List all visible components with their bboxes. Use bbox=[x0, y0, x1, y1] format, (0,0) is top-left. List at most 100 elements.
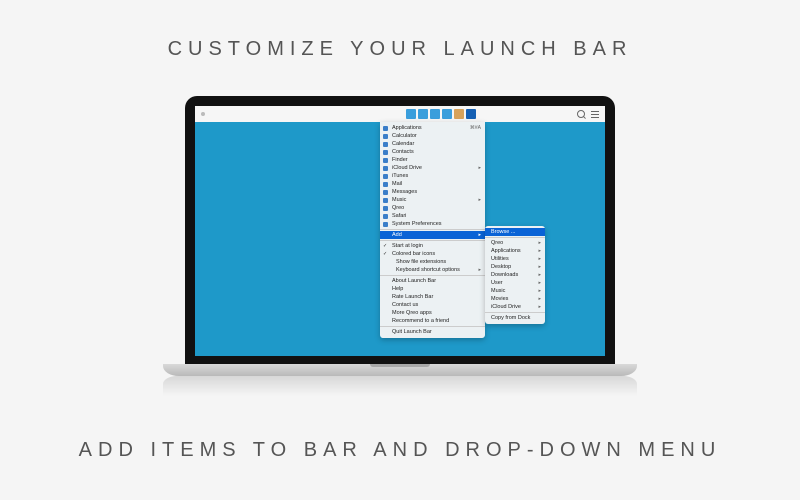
menu-item[interactable]: System Preferences bbox=[380, 220, 485, 228]
menu-label: More Qreo apps bbox=[392, 310, 432, 317]
menu-item-quit[interactable]: Quit Launch Bar bbox=[380, 328, 485, 336]
screen-bezel: Applications⌘#ACalculatorCalendarContact… bbox=[185, 96, 615, 364]
menu-label: Colored bar icons bbox=[392, 251, 435, 258]
menu-item[interactable]: Finder bbox=[380, 156, 485, 164]
submenu-item[interactable]: Copy from Dock bbox=[485, 314, 545, 322]
folder-icon[interactable] bbox=[430, 109, 440, 119]
desktop-screen: Applications⌘#ACalculatorCalendarContact… bbox=[195, 106, 605, 356]
menu-label: iTunes bbox=[392, 173, 408, 180]
app-icon[interactable] bbox=[466, 109, 476, 119]
menu-item[interactable]: Messages bbox=[380, 188, 485, 196]
submenu-item[interactable]: Applications ▸ bbox=[485, 247, 545, 255]
chevron-right-icon: ▸ bbox=[538, 280, 541, 287]
submenu-item-browse[interactable]: Browse ... bbox=[485, 228, 545, 236]
menu-item[interactable]: Rate Launch Bar bbox=[380, 293, 485, 301]
menu-label: Finder bbox=[392, 157, 408, 164]
menu-label: Keyboard shortcut options bbox=[392, 267, 460, 274]
shortcut: ⌘#A bbox=[470, 125, 481, 132]
chevron-right-icon: ▸ bbox=[538, 248, 541, 255]
menu-label: Browse ... bbox=[491, 229, 515, 235]
menu-item[interactable]: Recommend to a friend bbox=[380, 317, 485, 325]
launch-bar-dropdown: Applications⌘#ACalculatorCalendarContact… bbox=[380, 122, 485, 338]
laptop-reflection bbox=[163, 376, 637, 396]
menu-label: About Launch Bar bbox=[392, 278, 436, 285]
menu-label: Calculator bbox=[392, 133, 417, 140]
menu-item[interactable]: About Launch Bar bbox=[380, 277, 485, 285]
submenu-item[interactable]: Qreo ▸ bbox=[485, 239, 545, 247]
menubar bbox=[195, 106, 605, 122]
menu-label: Add bbox=[392, 232, 402, 239]
menu-item[interactable]: Contacts bbox=[380, 148, 485, 156]
menu-item[interactable]: iTunes bbox=[380, 172, 485, 180]
folder-icon[interactable] bbox=[442, 109, 452, 119]
laptop-mockup: Applications⌘#ACalculatorCalendarContact… bbox=[185, 96, 615, 396]
menu-label: Messages bbox=[392, 189, 417, 196]
menu-item[interactable]: ✓ Colored bar icons bbox=[380, 250, 485, 258]
menu-label: Utilities bbox=[491, 256, 509, 262]
submenu-item[interactable]: Desktop▸ bbox=[485, 263, 545, 271]
list-icon[interactable] bbox=[591, 111, 599, 118]
app-icon bbox=[383, 198, 388, 203]
submenu-item[interactable]: Utilities ▸ bbox=[485, 255, 545, 263]
laptop-base bbox=[163, 364, 637, 376]
menu-item[interactable]: Applications ⌘#A bbox=[380, 124, 485, 132]
menu-item[interactable]: More Qreo apps bbox=[380, 309, 485, 317]
chevron-right-icon: ▸ bbox=[538, 288, 541, 295]
chevron-right-icon: ▸ bbox=[538, 264, 541, 271]
dropdown-apps-section: Applications ⌘#A CalculatorCalendarContact… bbox=[380, 124, 485, 228]
menu-label: Qreo bbox=[491, 240, 503, 246]
add-submenu: Browse ... Qreo▸Applications▸Utilities▸D… bbox=[485, 226, 545, 324]
chevron-right-icon: ▸ bbox=[538, 256, 541, 263]
search-icon[interactable] bbox=[577, 110, 585, 118]
menu-item[interactable]: iCloud Drive▸ bbox=[380, 164, 485, 172]
menu-label: Copy from Dock bbox=[491, 315, 530, 321]
menu-item[interactable]: Qreo bbox=[380, 204, 485, 212]
apple-menu-icon[interactable] bbox=[201, 112, 205, 116]
menu-label: Downloads bbox=[491, 272, 518, 278]
cloud-icon[interactable] bbox=[406, 109, 416, 119]
menu-item[interactable]: Safari bbox=[380, 212, 485, 220]
chevron-right-icon: ▸ bbox=[478, 197, 481, 204]
menu-label: Movies bbox=[491, 296, 508, 302]
menu-label: Calendar bbox=[392, 141, 414, 148]
menu-item[interactable]: Contact us bbox=[380, 301, 485, 309]
chevron-right-icon: ▸ bbox=[538, 240, 541, 247]
menu-item[interactable]: ✓Start at login bbox=[380, 242, 485, 250]
menu-label: Qreo bbox=[392, 205, 404, 212]
menu-item[interactable]: Calculator bbox=[380, 132, 485, 140]
home-icon[interactable] bbox=[454, 109, 464, 119]
dropdown-options-section: ✓Start at login✓ Colored bar iconsShow fi… bbox=[380, 242, 485, 274]
menu-label: Music bbox=[491, 288, 505, 294]
menu-label: Applications bbox=[392, 125, 422, 132]
app-icon bbox=[383, 182, 388, 187]
menu-label: Mail bbox=[392, 181, 402, 188]
chevron-right-icon: ▸ bbox=[478, 267, 481, 274]
submenu-item[interactable]: Downloads▸ bbox=[485, 271, 545, 279]
menubar-right bbox=[577, 110, 599, 118]
submenu-item[interactable]: User ▸ bbox=[485, 279, 545, 287]
menu-label: Show file extensions bbox=[392, 259, 446, 266]
menu-item-add[interactable]: Add ▸ bbox=[380, 231, 485, 239]
menu-item[interactable]: Music▸ bbox=[380, 196, 485, 204]
submenu-item[interactable]: Music ▸ bbox=[485, 287, 545, 295]
app-icon bbox=[383, 142, 388, 147]
menu-item[interactable]: Calendar bbox=[380, 140, 485, 148]
separator bbox=[380, 275, 485, 276]
submenu-item[interactable]: Movies▸ bbox=[485, 295, 545, 303]
menu-item[interactable]: Keyboard shortcut options ▸ bbox=[380, 266, 485, 274]
menu-label: Quit Launch Bar bbox=[392, 329, 432, 336]
chevron-right-icon: ▸ bbox=[478, 165, 481, 172]
menu-label: iCloud Drive bbox=[491, 304, 521, 310]
menu-item[interactable]: Show file extensions bbox=[380, 258, 485, 266]
folder-icon[interactable] bbox=[418, 109, 428, 119]
app-icon bbox=[383, 214, 388, 219]
menu-item[interactable]: Mail bbox=[380, 180, 485, 188]
menu-label: User bbox=[491, 280, 503, 286]
submenu-item[interactable]: iCloud Drive▸ bbox=[485, 303, 545, 311]
menu-item[interactable]: Help bbox=[380, 285, 485, 293]
check-icon: ✓ bbox=[383, 251, 387, 258]
app-icon bbox=[383, 166, 388, 171]
menubar-left bbox=[201, 112, 205, 116]
menu-label: Applications bbox=[491, 248, 521, 254]
app-icon bbox=[383, 158, 388, 163]
